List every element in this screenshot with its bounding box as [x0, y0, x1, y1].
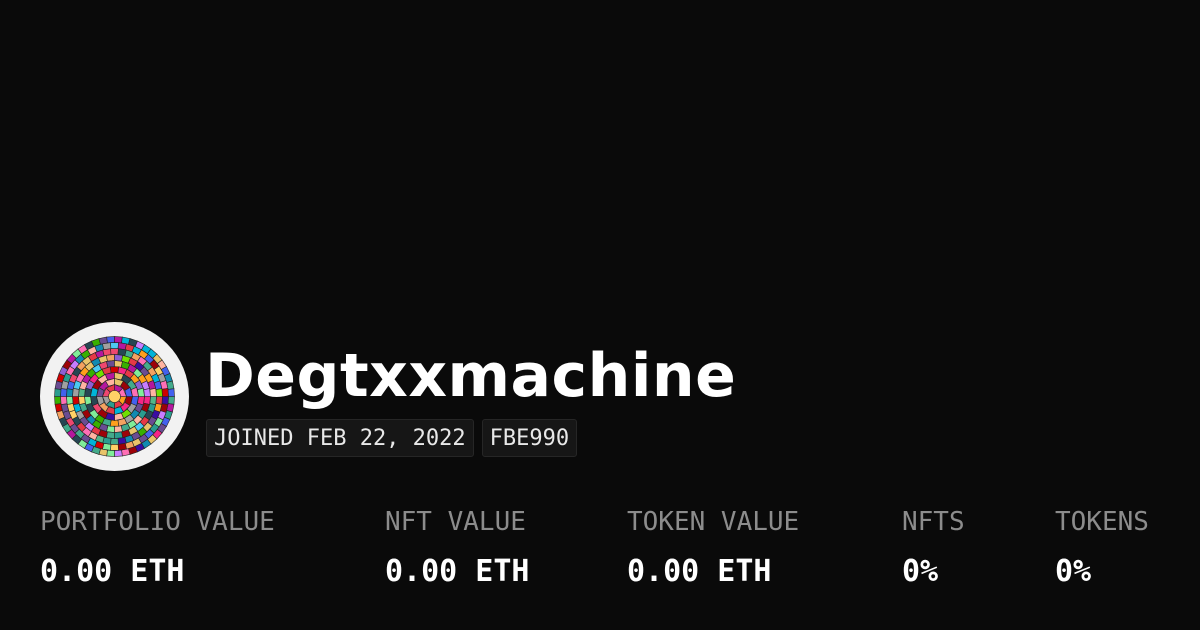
stat-nft-value: NFT VALUE 0.00 ETH	[385, 504, 530, 590]
stat-value: 0%	[902, 554, 939, 589]
avatar-tile	[137, 387, 145, 397]
stat-tokens: TOKENS 0%	[1055, 504, 1149, 590]
profile-avatar	[40, 322, 189, 471]
avatar-tile	[155, 388, 163, 397]
avatar-tile	[106, 360, 115, 368]
avatar-tile	[114, 431, 124, 439]
profile-badges: JOINED FEB 22, 2022 FBE990	[206, 419, 578, 457]
avatar-tile	[110, 444, 119, 451]
avatar-tile	[110, 342, 119, 349]
joined-date-badge: JOINED FEB 22, 2022	[206, 419, 474, 457]
stat-value: 0.00 ETH	[385, 554, 530, 589]
stat-label: NFT VALUE	[385, 507, 526, 537]
avatar-tile	[114, 425, 123, 433]
avatar-tile	[155, 396, 163, 405]
avatar-tile	[161, 396, 169, 405]
stat-label: NFTS	[902, 507, 965, 537]
avatar-tile	[149, 387, 157, 397]
stat-nfts: NFTS 0%	[902, 504, 965, 590]
stat-label: TOKEN VALUE	[627, 507, 800, 537]
avatar-tile	[114, 336, 123, 344]
avatar-tile	[66, 388, 74, 397]
stat-label: TOKENS	[1055, 507, 1149, 537]
avatar-tile	[161, 388, 169, 397]
stat-value: 0%	[1055, 554, 1092, 589]
avatar-tile	[106, 336, 115, 344]
profile-username: Degtxxmachine	[205, 341, 737, 411]
avatar-tile	[143, 388, 151, 397]
stat-token-value: TOKEN VALUE 0.00 ETH	[627, 504, 799, 590]
avatar-tile	[105, 354, 115, 362]
avatar-core	[108, 390, 121, 403]
avatar-tile	[84, 396, 92, 406]
avatar-tile	[109, 419, 120, 427]
avatar-tile	[106, 449, 115, 457]
avatar-tile	[110, 438, 119, 445]
avatar-tile	[167, 388, 175, 397]
stat-portfolio-value: PORTFOLIO VALUE 0.00 ETH	[40, 504, 275, 590]
avatar-tile	[109, 366, 120, 374]
avatar-tile	[54, 388, 62, 397]
avatar-tile	[60, 388, 68, 397]
avatar-tile	[66, 396, 74, 405]
avatar-tile	[167, 396, 175, 405]
stat-value: 0.00 ETH	[627, 554, 772, 589]
avatar-tile	[110, 348, 119, 355]
avatar-tile	[72, 396, 80, 406]
avatar-tile	[78, 396, 86, 405]
avatar-tile	[114, 449, 123, 457]
mosaic-avatar-icon	[54, 336, 175, 457]
stat-label: PORTFOLIO VALUE	[40, 507, 275, 537]
color-code-badge: FBE990	[481, 419, 578, 457]
avatar-tile	[54, 396, 62, 405]
avatar-tile	[60, 396, 68, 405]
stat-value: 0.00 ETH	[40, 554, 185, 589]
